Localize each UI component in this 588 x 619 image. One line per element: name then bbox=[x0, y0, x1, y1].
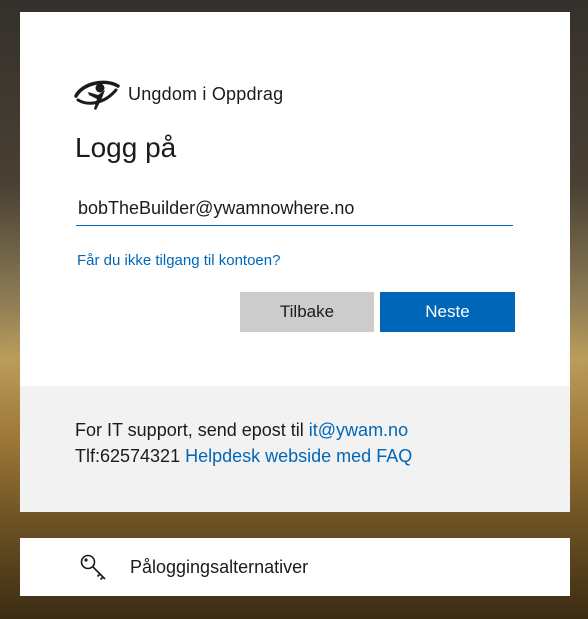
sign-in-options-label: Påloggingsalternativer bbox=[130, 557, 309, 577]
email-field[interactable] bbox=[76, 192, 513, 226]
support-email-link[interactable]: it@ywam.no bbox=[309, 420, 408, 440]
key-icon bbox=[78, 552, 110, 589]
organization-name: Ungdom i Oppdrag bbox=[128, 83, 284, 104]
support-email-text: For IT support, send epost til bbox=[75, 420, 309, 440]
support-info-panel: For IT support, send epost til it@ywam.n… bbox=[20, 386, 570, 512]
back-button[interactable]: Tilbake bbox=[240, 292, 374, 332]
organization-logo-icon bbox=[74, 76, 120, 112]
no-account-access-link[interactable]: Får du ikke tilgang til kontoen? bbox=[77, 252, 280, 269]
support-phone-text: Tlf:62574321 bbox=[75, 446, 186, 466]
helpdesk-link[interactable]: Helpdesk webside med FAQ bbox=[185, 446, 412, 466]
page-title: Logg på bbox=[75, 132, 177, 163]
support-phone-line: Tlf:62574321 Helpdesk webside med FAQ bbox=[75, 446, 412, 467]
support-email-line: For IT support, send epost til it@ywam.n… bbox=[75, 420, 408, 441]
organization-logo: Ungdom i Oppdrag bbox=[74, 76, 283, 112]
sign-in-card: Ungdom i Oppdrag Logg på Får du ikke til… bbox=[20, 12, 570, 512]
sign-in-options-button[interactable]: Påloggingsalternativer bbox=[20, 538, 570, 596]
next-button[interactable]: Neste bbox=[380, 292, 515, 332]
